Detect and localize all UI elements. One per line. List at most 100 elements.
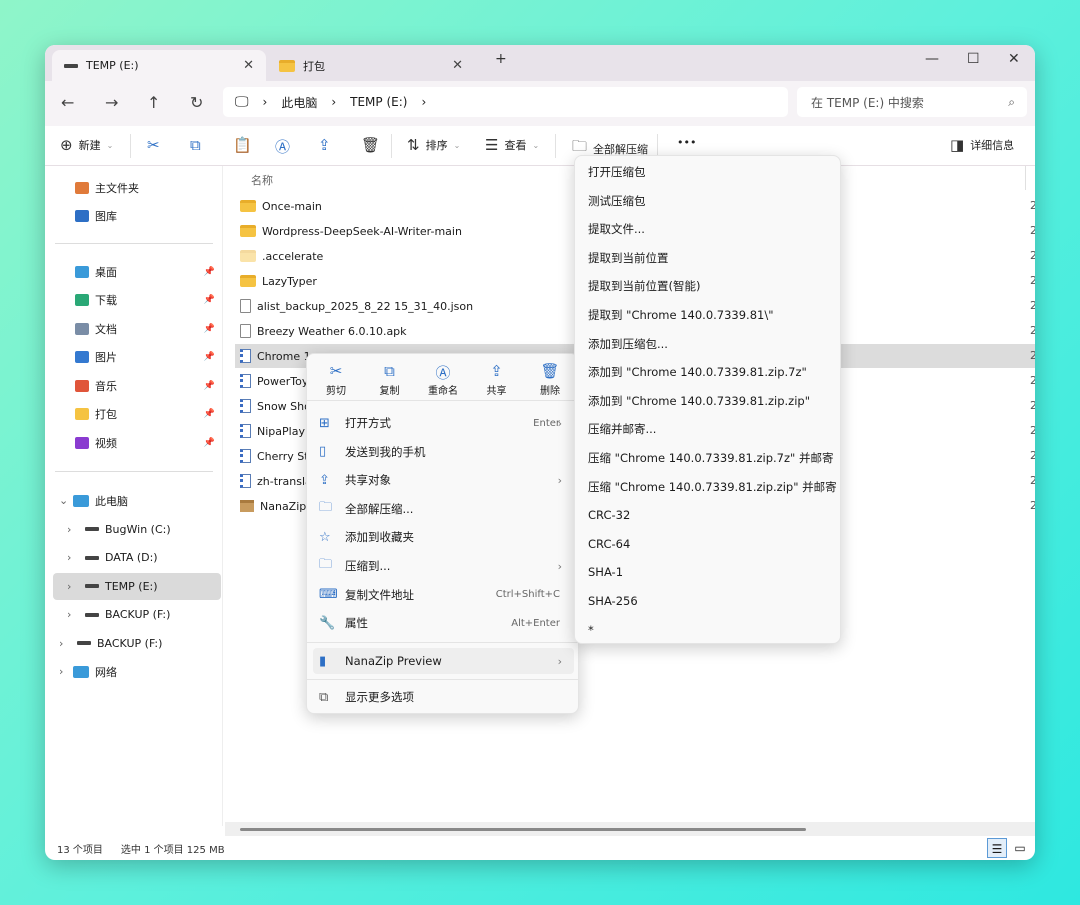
scrollbar-thumb[interactable] <box>240 828 806 831</box>
pin-icon[interactable]: 📌 <box>204 409 215 419</box>
quick-action-icon: Ⓐ <box>435 364 451 382</box>
pin-icon[interactable]: 📌 <box>204 324 215 334</box>
pin-icon[interactable]: 📌 <box>204 295 215 305</box>
close-window-button[interactable]: ✕ <box>1008 51 1020 67</box>
forward-icon[interactable]: → <box>105 93 118 112</box>
sidebar-item-label: 主文件夹 <box>95 181 139 195</box>
pin-icon[interactable]: 📌 <box>204 381 215 391</box>
close-tab-icon[interactable]: ✕ <box>243 58 254 73</box>
search-input[interactable]: 在 TEMP (E:) 中搜索 ⌕ <box>797 87 1027 117</box>
details-button[interactable]: ◨ 详细信息 <box>950 136 1014 154</box>
context-menu-item[interactable]: 🗀 全部解压缩... <box>313 496 574 522</box>
minimize-button[interactable]: — <box>925 51 939 67</box>
breadcrumb-temp[interactable]: TEMP (E:) <box>350 95 407 109</box>
context-menu-item[interactable]: ▯ 发送到我的手机 <box>313 439 574 465</box>
tree-item[interactable]: › BACKUP (F:) <box>53 601 221 628</box>
submenu-item[interactable]: 压缩并邮寄... <box>588 419 656 439</box>
chevron-down-icon[interactable]: ⌄ <box>59 494 73 507</box>
context-menu-item[interactable]: ⊞ 打开方式 Enter › <box>313 410 574 436</box>
submenu-item[interactable]: 压缩 "Chrome 140.0.7339.81.zip.7z" 并邮寄 <box>588 448 833 468</box>
chevron-right-icon[interactable]: › <box>67 551 81 564</box>
close-tab-icon[interactable]: ✕ <box>452 58 463 73</box>
submenu-item[interactable]: 压缩 "Chrome 140.0.7339.81.zip.zip" 并邮寄 <box>588 477 837 497</box>
pin-icon[interactable]: 📌 <box>204 352 215 362</box>
sidebar-item[interactable]: 下载 📌 <box>53 287 221 314</box>
submenu-item[interactable]: 添加到压缩包... <box>588 334 668 354</box>
sort-button[interactable]: ⇅ 排序 ⌄ <box>407 136 460 154</box>
chevron-right-icon[interactable]: › <box>67 608 81 621</box>
quick-action-1[interactable]: ⧉ 复制 <box>363 362 417 397</box>
quick-action-3[interactable]: ⇪ 共享 <box>470 362 524 397</box>
context-menu-item[interactable]: ☆ 添加到收藏夹 <box>313 524 574 550</box>
view-button[interactable]: ☰ 查看 ⌄ <box>485 136 539 154</box>
submenu-item[interactable]: 添加到 "Chrome 140.0.7339.81.zip.zip" <box>588 391 810 411</box>
chevron-right-icon[interactable]: › <box>67 580 81 593</box>
delete-icon[interactable]: 🗑 <box>361 136 380 154</box>
tiles-view-button[interactable]: ▭ <box>1010 838 1030 858</box>
submenu-item[interactable]: 提取到当前位置(智能) <box>588 276 700 296</box>
sidebar-item[interactable]: 主文件夹 <box>53 174 221 201</box>
rename-icon[interactable]: Ⓐ <box>275 136 290 157</box>
submenu-item[interactable]: 提取到 "Chrome 140.0.7339.81\" <box>588 305 774 325</box>
copy-icon[interactable]: ⧉ <box>190 136 201 154</box>
new-tab-button[interactable]: + <box>495 51 507 67</box>
quick-action-2[interactable]: Ⓐ 重命名 <box>416 362 470 397</box>
sidebar-item[interactable]: 音乐 📌 <box>53 372 221 399</box>
submenu-item[interactable]: 提取到当前位置 <box>588 248 669 268</box>
submenu-item[interactable]: 打开压缩包 <box>588 162 646 182</box>
submenu-item[interactable]: 提取文件... <box>588 219 645 239</box>
back-icon[interactable]: ← <box>61 93 74 112</box>
details-view-button[interactable]: ☰ <box>987 838 1007 858</box>
refresh-icon[interactable]: ↻ <box>190 93 203 112</box>
search-placeholder: 在 TEMP (E:) 中搜索 <box>811 95 924 110</box>
file-date: 2 <box>1030 199 1035 212</box>
more-options-button[interactable]: ••• <box>677 136 696 149</box>
submenu-item[interactable]: SHA-1 <box>588 562 623 582</box>
cut-icon[interactable]: ✂ <box>147 136 160 154</box>
column-header-name[interactable]: 名称 <box>251 172 273 188</box>
submenu-item[interactable]: SHA-256 <box>588 591 638 611</box>
tree-item[interactable]: › BACKUP (F:) <box>53 630 221 657</box>
quick-action-0[interactable]: ✂ 剪切 <box>309 362 363 397</box>
context-menu-item[interactable]: ⇪ 共享对象 › <box>313 467 574 493</box>
tree-item[interactable]: ⌄ 此电脑 <box>53 487 221 514</box>
context-menu-item[interactable]: 🗀 压缩到... › <box>313 553 574 579</box>
file-date: 2 <box>1030 399 1035 412</box>
context-menu-item[interactable]: 🔧 属性 Alt+Enter <box>313 610 574 636</box>
maximize-button[interactable]: ☐ <box>967 51 980 67</box>
address-bar[interactable]: 🖵 › 此电脑 › TEMP (E:) › <box>223 87 788 117</box>
submenu-item[interactable]: 测试压缩包 <box>588 191 646 211</box>
share-icon[interactable]: ⇪ <box>318 136 331 154</box>
sidebar-item-label: 打包 <box>95 408 117 421</box>
submenu-item[interactable]: 添加到 "Chrome 140.0.7339.81.zip.7z" <box>588 362 807 382</box>
sidebar-item[interactable]: 视频 📌 <box>53 429 221 456</box>
sidebar-item[interactable]: 图库 <box>53 203 221 230</box>
pin-icon[interactable]: 📌 <box>204 267 215 277</box>
submenu-item[interactable]: CRC-32 <box>588 505 630 525</box>
pin-icon[interactable]: 📌 <box>204 438 215 448</box>
paste-icon[interactable]: 📋 <box>233 136 252 154</box>
chevron-right-icon[interactable]: › <box>59 665 73 678</box>
up-icon[interactable]: ↑ <box>147 93 160 112</box>
tree-item[interactable]: › DATA (D:) <box>53 544 221 571</box>
tab-temp[interactable]: TEMP (E:) ✕ <box>52 50 266 81</box>
sidebar-item[interactable]: 图片 📌 <box>53 344 221 371</box>
submenu-item[interactable]: * <box>588 620 594 640</box>
sidebar-item[interactable]: 桌面 📌 <box>53 258 221 285</box>
sidebar-item[interactable]: 文档 📌 <box>53 315 221 342</box>
quick-action-4[interactable]: 🗑 删除 <box>523 362 577 397</box>
tree-item[interactable]: › TEMP (E:) <box>53 572 221 600</box>
context-menu-item[interactable]: ⌨ 复制文件地址 Ctrl+Shift+C <box>313 582 574 608</box>
breadcrumb-this-pc[interactable]: 此电脑 <box>281 94 317 111</box>
submenu-item[interactable]: CRC-64 <box>588 534 630 554</box>
horizontal-scrollbar[interactable] <box>225 822 1035 836</box>
chevron-right-icon[interactable]: › <box>59 637 73 650</box>
new-button[interactable]: ⊕ 新建 ⌄ <box>60 136 113 154</box>
tree-item[interactable]: › BugWin (C:) <box>53 516 221 543</box>
tab-dabao[interactable]: 打包 ✕ <box>267 50 475 81</box>
context-menu-item-more[interactable]: ⧉ 显示更多选项 <box>313 684 574 710</box>
chevron-right-icon[interactable]: › <box>67 523 81 536</box>
sidebar-item[interactable]: 打包 📌 <box>53 401 221 428</box>
context-menu-item-nanazip[interactable]: ▮ NanaZip Preview › <box>313 648 574 674</box>
tree-item[interactable]: › 网络 <box>53 658 221 685</box>
